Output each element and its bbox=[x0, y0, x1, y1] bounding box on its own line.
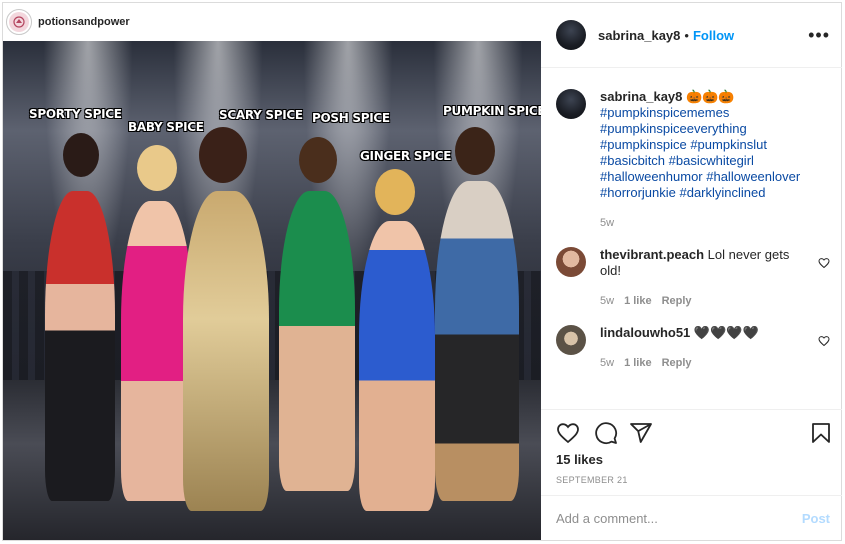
label-baby-spice: BABY SPICE bbox=[128, 120, 204, 134]
comment-meta: 5w 1 like Reply bbox=[600, 355, 790, 371]
figure-ginger bbox=[359, 221, 435, 511]
commenter-username[interactable]: thevibrant.peach bbox=[600, 247, 704, 262]
commenter-avatar[interactable] bbox=[556, 325, 586, 355]
reply-button[interactable]: Reply bbox=[662, 293, 692, 309]
figure-sporty bbox=[45, 191, 115, 501]
figure-head bbox=[455, 127, 495, 175]
small-heart-icon[interactable] bbox=[818, 335, 830, 347]
label-scary-spice: SCARY SPICE bbox=[219, 108, 303, 122]
comment-age[interactable]: 5w bbox=[600, 293, 614, 309]
comments-section[interactable]: sabrina_kay8 🎃🎃🎃 #pumpkinspicememes #pum… bbox=[541, 69, 842, 409]
post-info-column: sabrina_kay8 • Follow ••• sabrina_kay8 🎃… bbox=[541, 3, 842, 540]
comment-age[interactable]: 5w bbox=[600, 355, 614, 371]
figure-head bbox=[299, 137, 337, 183]
commenter-username[interactable]: lindalouwho51 bbox=[600, 325, 690, 340]
label-ginger-spice: GINGER SPICE bbox=[360, 149, 452, 163]
hashtag-link[interactable]: #pumpkinspice #pumpkinslut bbox=[600, 137, 767, 152]
likes-count[interactable]: 15 likes bbox=[556, 452, 603, 467]
hashtag-link[interactable]: #basicbitch #basicwhitegirl bbox=[600, 153, 754, 168]
comment-body: thevibrant.peach Lol never gets old! 5w … bbox=[600, 247, 790, 309]
source-bar: potionsandpower bbox=[3, 3, 541, 41]
source-logo-icon bbox=[9, 12, 29, 32]
post-photo[interactable]: SPORTY SPICE BABY SPICE SCARY SPICE POSH… bbox=[3, 41, 541, 540]
figure-pumpkin bbox=[435, 181, 519, 501]
caption-age[interactable]: 5w bbox=[600, 215, 820, 231]
comment-item: lindalouwho51 🖤🖤🖤🖤 5w 1 like Reply bbox=[556, 325, 836, 371]
figure-scary bbox=[183, 191, 269, 511]
author-avatar[interactable] bbox=[556, 20, 586, 50]
follow-button[interactable]: Follow bbox=[693, 28, 734, 43]
label-sporty-spice: SPORTY SPICE bbox=[29, 107, 122, 121]
author-username[interactable]: sabrina_kay8 bbox=[598, 28, 680, 43]
more-options-icon[interactable]: ••• bbox=[808, 26, 830, 44]
heart-icon[interactable] bbox=[556, 421, 580, 445]
commenter-avatar[interactable] bbox=[556, 247, 586, 277]
caption-username[interactable]: sabrina_kay8 bbox=[600, 89, 682, 104]
bookmark-icon[interactable] bbox=[809, 421, 833, 445]
comment-likes[interactable]: 1 like bbox=[624, 355, 652, 371]
caption-text: sabrina_kay8 🎃🎃🎃 #pumpkinspicememes #pum… bbox=[600, 89, 820, 231]
label-posh-spice: POSH SPICE bbox=[312, 111, 390, 125]
hashtag-link[interactable]: #halloweenhumor #halloweenlover bbox=[600, 169, 800, 184]
separator-dot: • bbox=[684, 27, 689, 43]
caption-emoji: 🎃🎃🎃 bbox=[686, 89, 735, 104]
comment-icon[interactable] bbox=[594, 421, 618, 445]
caption-avatar[interactable] bbox=[556, 89, 586, 119]
hashtag-link[interactable]: #horrorjunkie #darklyinclined bbox=[600, 185, 765, 200]
add-comment-bar: Post bbox=[541, 495, 842, 540]
figure-head bbox=[63, 133, 99, 177]
post-comment-button[interactable]: Post bbox=[802, 511, 830, 526]
source-account-name[interactable]: potionsandpower bbox=[38, 16, 130, 28]
hashtag-link[interactable]: #pumpkinspicememes bbox=[600, 105, 729, 120]
post-media-column: potionsandpower SPORTY SPICE BABY SPICE … bbox=[3, 3, 541, 540]
label-pumpkin-spice: PUMPKIN SPICE bbox=[443, 104, 541, 118]
figure-posh bbox=[279, 191, 355, 491]
comment-text: 🖤🖤🖤🖤 bbox=[693, 325, 759, 340]
comment-meta: 5w 1 like Reply bbox=[600, 293, 790, 309]
small-heart-icon[interactable] bbox=[818, 257, 830, 269]
comment-body: lindalouwho51 🖤🖤🖤🖤 5w 1 like Reply bbox=[600, 325, 790, 371]
comment-item: thevibrant.peach Lol never gets old! 5w … bbox=[556, 247, 836, 309]
share-icon[interactable] bbox=[629, 421, 653, 445]
figure-head bbox=[375, 169, 415, 215]
caption: sabrina_kay8 🎃🎃🎃 #pumpkinspicememes #pum… bbox=[556, 89, 820, 231]
figure-head bbox=[137, 145, 177, 191]
hashtag-list: #pumpkinspicememes #pumpkinspiceeverythi… bbox=[600, 105, 820, 201]
reply-button[interactable]: Reply bbox=[662, 355, 692, 371]
source-avatar[interactable] bbox=[6, 9, 32, 35]
instagram-post-frame: potionsandpower SPORTY SPICE BABY SPICE … bbox=[2, 2, 842, 541]
post-date[interactable]: SEPTEMBER 21 bbox=[556, 475, 628, 485]
post-header: sabrina_kay8 • Follow ••• bbox=[541, 3, 842, 68]
figure-head bbox=[199, 127, 247, 183]
comment-input[interactable] bbox=[556, 510, 802, 526]
hashtag-link[interactable]: #pumpkinspiceeverything bbox=[600, 121, 747, 136]
action-bar: 15 likes SEPTEMBER 21 bbox=[541, 409, 842, 489]
comment-likes[interactable]: 1 like bbox=[624, 293, 652, 309]
